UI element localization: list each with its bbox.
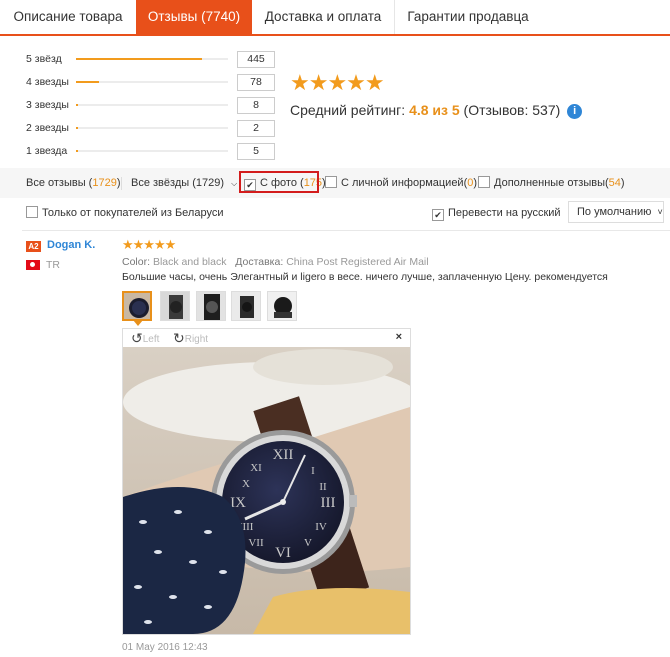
stars-select[interactable]: Все звёзды (1729) ⌵ <box>131 168 237 198</box>
filter-all-count: 1729 <box>92 177 117 189</box>
rotate-left-label: Left <box>142 334 160 345</box>
histogram-fill <box>76 127 78 129</box>
filter-divider <box>121 177 122 190</box>
buyer-level-badge: A2 <box>26 241 41 252</box>
histogram-track <box>76 127 228 129</box>
thumbnail-pointer <box>133 320 143 326</box>
histogram-label: 4 звезды <box>26 76 69 88</box>
filter-belarus[interactable]: Только от покупателей из Беларуси <box>26 203 223 223</box>
histogram-track <box>76 150 228 152</box>
color-value: Black and black <box>152 256 227 268</box>
average-rating-value: 4.8 из 5 <box>409 102 460 118</box>
personal-info-checkbox[interactable] <box>325 176 337 188</box>
rotate-right-label: Right <box>184 334 209 345</box>
chevron-down-icon: ˅ <box>657 207 663 217</box>
reviewer-name[interactable]: Dogan K. <box>47 239 95 251</box>
translate-label: Перевести на русский <box>448 207 561 219</box>
review-stars: ★★★★★ <box>122 237 176 252</box>
photo-filter-highlight <box>239 171 319 193</box>
svg-text:III: III <box>321 495 336 511</box>
delivery-value: China Post Registered Air Mail <box>286 256 429 268</box>
histogram-count: 5 <box>237 143 275 160</box>
viewer-toolbar: ↺Left ↻Right × <box>123 329 410 347</box>
close-icon[interactable]: × <box>396 331 402 343</box>
histogram-fill <box>76 58 202 60</box>
average-rating-prefix: Средний рейтинг: <box>290 102 410 118</box>
sort-select[interactable]: По умолчанию ˅ <box>568 201 664 223</box>
info-icon[interactable]: i <box>567 104 583 119</box>
review-photo-thumbnail[interactable] <box>122 291 152 321</box>
histogram-fill <box>76 81 99 83</box>
histogram-track <box>76 81 228 83</box>
histogram-count: 8 <box>237 97 275 114</box>
filter-all-close: ) <box>116 177 121 189</box>
svg-text:V: V <box>304 537 312 549</box>
delivery-label: Доставка: <box>235 256 284 268</box>
filter-personal-info[interactable]: С личной информацией(0) <box>325 168 477 198</box>
turkey-flag-icon <box>26 260 40 270</box>
additional-checkbox[interactable] <box>478 176 490 188</box>
review-date: 01 May 2016 12:43 <box>122 642 208 653</box>
rotate-right-button[interactable]: ↻Right <box>173 331 208 347</box>
filter-all-reviews[interactable]: Все отзывы (1729) <box>26 168 121 198</box>
rotate-left-icon: ↺ <box>131 330 143 346</box>
stars-select-label: Все звёзды (1729) <box>131 177 224 189</box>
svg-text:IV: IV <box>315 521 327 533</box>
average-rating: Средний рейтинг: 4.8 из 5 (Отзывов: 537)… <box>290 102 583 119</box>
filter-additional-close: ) <box>620 177 625 189</box>
tab-guarantees[interactable]: Гарантии продавца <box>395 0 541 34</box>
histogram-count: 2 <box>237 120 275 137</box>
review-photo-thumbnail[interactable] <box>196 291 226 321</box>
histogram-label: 5 звёзд <box>26 53 62 65</box>
histogram-label: 3 звезды <box>26 99 69 111</box>
review-total: (Отзывов: 537) <box>459 102 561 118</box>
filter-all-label: Все отзывы ( <box>26 177 93 189</box>
belarus-checkbox[interactable] <box>26 206 38 218</box>
filter-additional-label: Дополненные отзывы( <box>494 177 609 189</box>
histogram-track <box>76 58 228 60</box>
histogram-label: 1 звезда <box>26 145 68 157</box>
tab-description[interactable]: Описание товара <box>0 0 136 34</box>
filter-additional-count: 54 <box>608 177 621 189</box>
tab-delivery[interactable]: Доставка и оплата <box>252 0 394 34</box>
histogram-fill <box>76 150 78 152</box>
review-meta: Color: Black and black Доставка: China P… <box>122 256 429 268</box>
reviewer-country: TR <box>46 259 60 271</box>
rotate-left-button[interactable]: ↺Left <box>131 331 159 347</box>
filter-bar: Все отзывы (1729) Все звёзды (1729) ⌵ ✔ С… <box>0 168 670 198</box>
review-photo-thumbnail[interactable] <box>160 291 190 321</box>
svg-text:II: II <box>319 481 327 493</box>
filter-belarus-label: Только от покупателей из Беларуси <box>42 207 224 219</box>
review-text: Большие часы, очень Элегантный и ligero … <box>122 271 608 283</box>
review-photo-thumbnail[interactable] <box>231 291 261 321</box>
tab-bar: Описание товара Отзывы (7740) Доставка и… <box>0 0 670 36</box>
svg-text:X: X <box>242 478 250 490</box>
histogram-fill <box>76 104 78 106</box>
filter-personal-close: ) <box>473 177 478 189</box>
chevron-down-icon: ⌵ <box>231 179 238 188</box>
svg-text:XI: XI <box>250 462 262 474</box>
translate-toggle[interactable]: ✔ Перевести на русский <box>432 203 561 223</box>
summary-stars: ★★★★★ <box>290 70 385 95</box>
rotate-right-icon: ↻ <box>173 330 185 346</box>
svg-text:VII: VII <box>248 537 264 549</box>
histogram-track <box>76 104 228 106</box>
histogram-label: 2 звезды <box>26 122 69 134</box>
filter-personal-label: С личной информацией( <box>341 177 468 189</box>
histogram-count: 445 <box>237 51 275 68</box>
section-divider <box>22 230 670 231</box>
sort-select-label: По умолчанию <box>577 206 652 218</box>
svg-text:XII: XII <box>273 447 294 463</box>
tab-reviews[interactable]: Отзывы (7740) <box>136 0 252 34</box>
review-photo: XII III VI IX I II IV V VII VIII X XI <box>123 347 410 634</box>
photo-viewer: ↺Left ↻Right × XII III VI IX I II IV V V… <box>122 328 411 635</box>
review-photo-thumbnail[interactable] <box>267 291 297 321</box>
histogram-count: 78 <box>237 74 275 91</box>
filter-additional[interactable]: Дополненные отзывы(54) <box>478 168 625 198</box>
color-label: Color: <box>122 256 151 268</box>
svg-text:I: I <box>311 465 315 477</box>
svg-text:VI: VI <box>275 545 291 561</box>
translate-checkbox[interactable]: ✔ <box>432 209 444 221</box>
